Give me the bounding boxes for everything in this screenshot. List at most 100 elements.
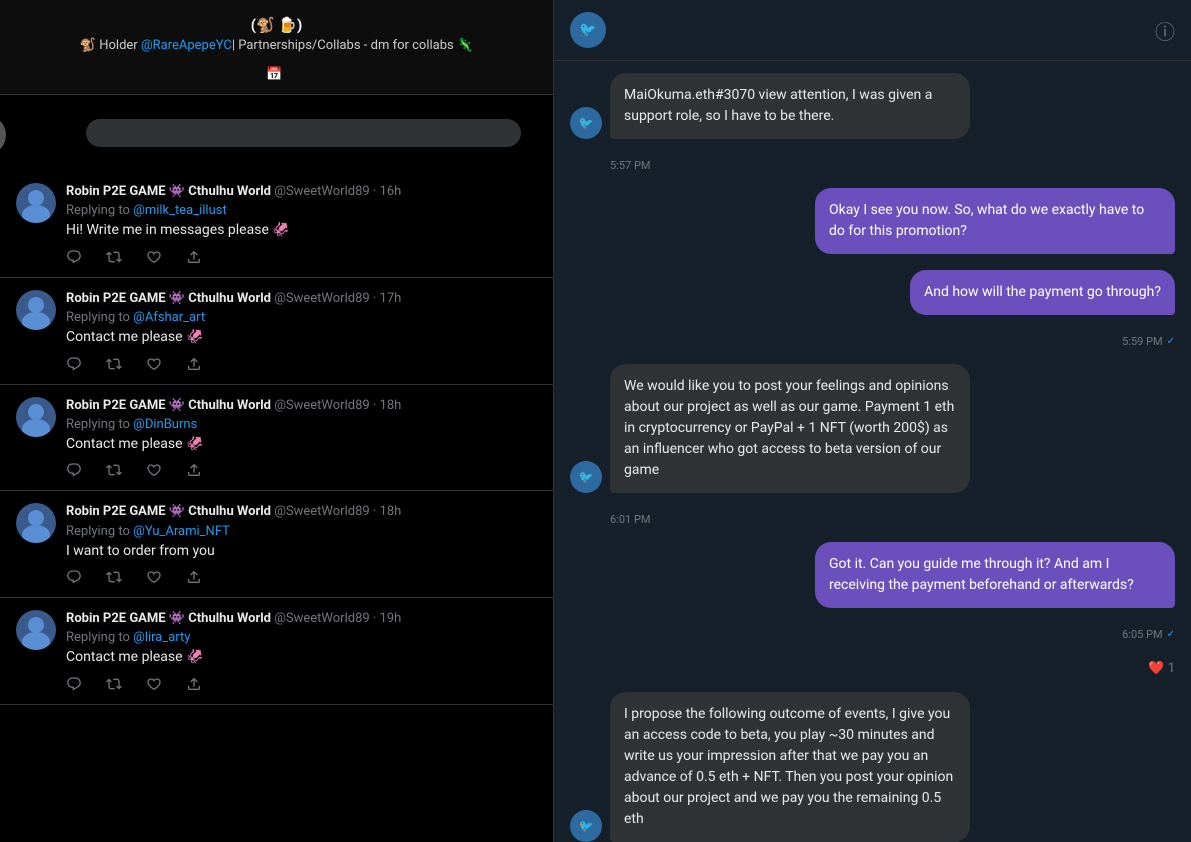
reply-action[interactable]: [66, 569, 82, 585]
tweet-text: Contact me please 🦑: [66, 435, 537, 455]
like-action[interactable]: [146, 462, 162, 478]
reply-action[interactable]: [66, 676, 82, 692]
chat-messages[interactable]: 🐦MaiOkuma.eth#3070 view attention, I was…: [554, 61, 1191, 842]
tweet-header: Robin P2E GAME 👾 Cthulhu World @SweetWor…: [66, 290, 537, 308]
dm-sender-avatar: 🐒: [0, 115, 6, 155]
reply-action[interactable]: [66, 249, 82, 265]
time-text: 5:57 PM: [610, 159, 650, 172]
tweet-content: Robin P2E GAME 👾 Cthulhu World @SweetWor…: [66, 610, 537, 692]
like-action[interactable]: [146, 676, 162, 692]
tweet-time: · 17h: [373, 291, 401, 306]
message-time: 6:01 PM: [610, 513, 1175, 526]
tweet-name: Robin P2E GAME 👾 Cthulhu World: [66, 611, 271, 626]
message-avatar: 🐦: [570, 107, 602, 139]
tweet-header: Robin P2E GAME 👾 Cthulhu World @SweetWor…: [66, 503, 537, 521]
share-action[interactable]: [186, 356, 202, 372]
chat-header-avatar: 🐦: [570, 12, 606, 48]
dm-wrapper: 🐒: [16, 107, 537, 159]
tweet-reply-to: Replying to @lira_arty: [66, 630, 537, 645]
tweet-header: Robin P2E GAME 👾 Cthulhu World @SweetWor…: [66, 397, 537, 415]
heart-reaction: ❤️ 1: [1148, 661, 1175, 676]
tweet-item[interactable]: Robin P2E GAME 👾 Cthulhu World @SweetWor…: [0, 171, 553, 278]
tweet-avatar: [16, 610, 56, 650]
tweet-actions: [66, 356, 537, 372]
like-action[interactable]: [146, 569, 162, 585]
message-row: And how will the payment go through?: [570, 270, 1175, 315]
tweet-content: Robin P2E GAME 👾 Cthulhu World @SweetWor…: [66, 503, 537, 585]
tweet-reply-to: Replying to @Afshar_art: [66, 310, 537, 325]
tweet-actions: [66, 462, 537, 478]
tweet-actions: [66, 249, 537, 265]
read-receipt: ✓: [1167, 336, 1175, 347]
calendar-icon: 📅: [266, 67, 282, 82]
tweet-text: Contact me please 🦑: [66, 328, 537, 348]
share-action[interactable]: [186, 569, 202, 585]
message-row: Got it. Can you guide me through it? And…: [570, 542, 1175, 608]
tweet-content: Robin P2E GAME 👾 Cthulhu World @SweetWor…: [66, 183, 537, 265]
tweet-handle: @SweetWorld89: [274, 291, 369, 306]
reply-handle[interactable]: @DinBurns: [133, 417, 197, 432]
reply-action[interactable]: [66, 356, 82, 372]
tweet-header: Robin P2E GAME 👾 Cthulhu World @SweetWor…: [66, 183, 537, 201]
tweet-name: Robin P2E GAME 👾 Cthulhu World: [66, 398, 271, 413]
profile-name: (🐒 🍺): [20, 16, 533, 34]
tweet-avatar: [16, 183, 56, 223]
tweet-item[interactable]: Robin P2E GAME 👾 Cthulhu World @SweetWor…: [0, 278, 553, 385]
retweet-action[interactable]: [106, 356, 122, 372]
dm-bubble: [86, 119, 521, 147]
tweet-header: Robin P2E GAME 👾 Cthulhu World @SweetWor…: [66, 610, 537, 628]
tweet-avatar: [16, 290, 56, 330]
like-action[interactable]: [146, 356, 162, 372]
like-action[interactable]: [146, 249, 162, 265]
message-row: 🐦We would like you to post your feelings…: [570, 364, 1175, 493]
message-time: 6:05 PM ✓: [570, 628, 1175, 641]
tweet-handle: @SweetWorld89: [274, 611, 369, 626]
right-panel: 🐦 ⓘ 🐦MaiOkuma.eth#3070 view attention, I…: [554, 0, 1191, 842]
share-action[interactable]: [186, 249, 202, 265]
tweet-name: Robin P2E GAME 👾 Cthulhu World: [66, 184, 271, 199]
retweet-action[interactable]: [106, 569, 122, 585]
time-text: 6:01 PM: [610, 513, 650, 526]
tweet-actions: [66, 676, 537, 692]
reply-handle[interactable]: @lira_arty: [133, 630, 190, 645]
tweet-item[interactable]: Robin P2E GAME 👾 Cthulhu World @SweetWor…: [0, 385, 553, 492]
tweets-list[interactable]: Robin P2E GAME 👾 Cthulhu World @SweetWor…: [0, 171, 553, 842]
rare-ape-link[interactable]: @RareApepeYC: [141, 38, 232, 53]
reply-handle[interactable]: @Yu_Arami_NFT: [133, 524, 230, 539]
tweet-reply-to: Replying to @milk_tea_illust: [66, 203, 537, 218]
tweet-avatar: [16, 503, 56, 543]
tweet-time: · 18h: [373, 398, 401, 413]
message-bubble: Okay I see you now. So, what do we exact…: [815, 188, 1175, 254]
reply-handle[interactable]: @Afshar_art: [133, 310, 205, 325]
tweet-time: · 16h: [373, 184, 401, 199]
message-avatar: 🐦: [570, 461, 602, 493]
message-row: 🐦I propose the following outcome of even…: [570, 692, 1175, 842]
profile-joined: 📅: [20, 67, 533, 82]
tweet-name: Robin P2E GAME 👾 Cthulhu World: [66, 291, 271, 306]
share-action[interactable]: [186, 462, 202, 478]
tweet-text: Contact me please 🦑: [66, 648, 537, 668]
tweet-handle: @SweetWorld89: [274, 398, 369, 413]
time-text: 6:05 PM: [1122, 628, 1162, 641]
profile-bio: 🐒 Holder @RareApepeYC| Partnerships/Coll…: [20, 38, 533, 53]
tweet-handle: @SweetWorld89: [274, 184, 369, 199]
message-bubble: We would like you to post your feelings …: [610, 364, 970, 493]
tweet-text: I want to order from you: [66, 542, 537, 562]
retweet-action[interactable]: [106, 462, 122, 478]
tweet-time: · 19h: [373, 611, 401, 626]
info-icon[interactable]: ⓘ: [1155, 16, 1175, 45]
tweet-item[interactable]: Robin P2E GAME 👾 Cthulhu World @SweetWor…: [0, 598, 553, 705]
reply-handle[interactable]: @milk_tea_illust: [133, 203, 227, 218]
retweet-action[interactable]: [106, 676, 122, 692]
tweet-time: · 18h: [373, 504, 401, 519]
tweet-name: Robin P2E GAME 👾 Cthulhu World: [66, 504, 271, 519]
tweet-item[interactable]: Robin P2E GAME 👾 Cthulhu World @SweetWor…: [0, 491, 553, 598]
tweet-reply-to: Replying to @Yu_Arami_NFT: [66, 524, 537, 539]
retweet-action[interactable]: [106, 249, 122, 265]
reply-action[interactable]: [66, 462, 82, 478]
profile-name-emojis: (🐒 🍺): [251, 16, 303, 34]
profile-section: (🐒 🍺) 🐒 Holder @RareApepeYC| Partnership…: [0, 0, 553, 95]
message-bubble: MaiOkuma.eth#3070 view attention, I was …: [610, 73, 970, 139]
share-action[interactable]: [186, 676, 202, 692]
read-receipt: ✓: [1167, 629, 1175, 640]
